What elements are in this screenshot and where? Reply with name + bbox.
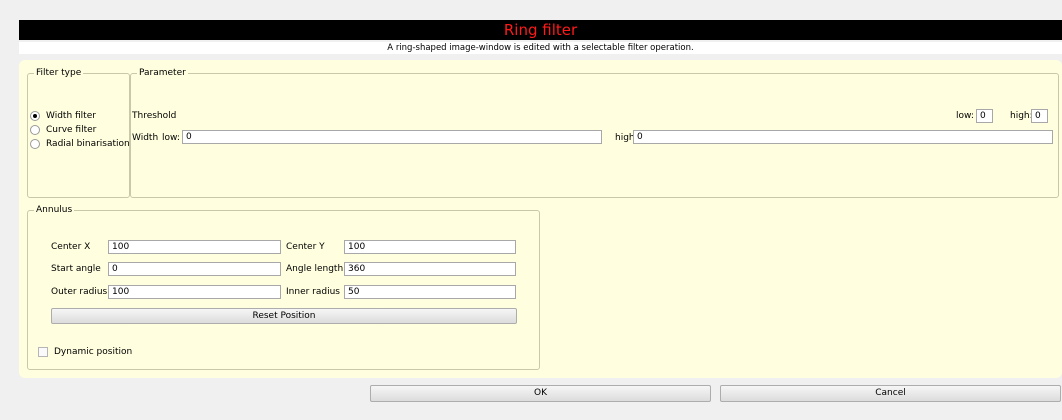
- parameter-legend: Parameter: [137, 67, 188, 79]
- dialog-title: Ring filter: [19, 20, 1062, 40]
- threshold-low-label: low:: [956, 111, 974, 121]
- radio-curve-filter[interactable]: Curve filter: [30, 124, 96, 136]
- start-angle-input[interactable]: [108, 262, 281, 276]
- inner-radius-input[interactable]: [344, 285, 516, 299]
- radio-width-filter[interactable]: Width filter: [30, 110, 96, 122]
- center-y-label: Center Y: [286, 242, 325, 252]
- start-angle-label: Start angle: [51, 264, 101, 274]
- dynamic-position-checkbox[interactable]: Dynamic position: [38, 347, 132, 357]
- dynamic-position-label: Dynamic position: [54, 347, 133, 357]
- cancel-button[interactable]: Cancel: [720, 385, 1061, 402]
- inner-radius-label: Inner radius: [286, 287, 340, 297]
- angle-length-label: Angle length: [286, 264, 344, 274]
- threshold-high-input[interactable]: [1031, 109, 1048, 123]
- width-high-input[interactable]: [633, 130, 1053, 144]
- checkbox-unchecked-icon[interactable]: [38, 347, 48, 357]
- threshold-high-label: high:: [1010, 111, 1033, 121]
- threshold-label: Threshold: [132, 111, 177, 121]
- center-y-input[interactable]: [344, 240, 516, 254]
- annulus-legend: Annulus: [34, 204, 75, 216]
- reset-position-button[interactable]: Reset Position: [51, 308, 517, 324]
- radio-unchecked-icon[interactable]: [30, 139, 40, 149]
- radio-unchecked-icon[interactable]: [30, 125, 40, 135]
- ok-button[interactable]: OK: [370, 385, 711, 402]
- radio-radial-binarisation-label: Radial binarisation: [46, 139, 130, 149]
- outer-radius-input[interactable]: [108, 285, 281, 299]
- filter-type-legend: Filter type: [34, 67, 84, 79]
- main-panel: Filter type Width filter Curve filter Ra…: [19, 60, 1062, 378]
- center-x-label: Center X: [51, 242, 91, 252]
- radio-radial-binarisation[interactable]: Radial binarisation: [30, 138, 130, 150]
- width-low-input[interactable]: [182, 130, 602, 144]
- angle-length-input[interactable]: [344, 262, 516, 276]
- width-label: Width: [132, 133, 159, 143]
- dialog-description: A ring-shaped image-window is edited wit…: [19, 42, 1062, 54]
- radio-width-filter-label: Width filter: [46, 111, 96, 121]
- center-x-input[interactable]: [108, 240, 281, 254]
- radio-curve-filter-label: Curve filter: [46, 125, 97, 135]
- width-low-label: low:: [162, 133, 180, 143]
- radio-checked-icon[interactable]: [30, 111, 40, 121]
- outer-radius-label: Outer radius: [51, 287, 108, 297]
- threshold-low-input[interactable]: [976, 109, 993, 123]
